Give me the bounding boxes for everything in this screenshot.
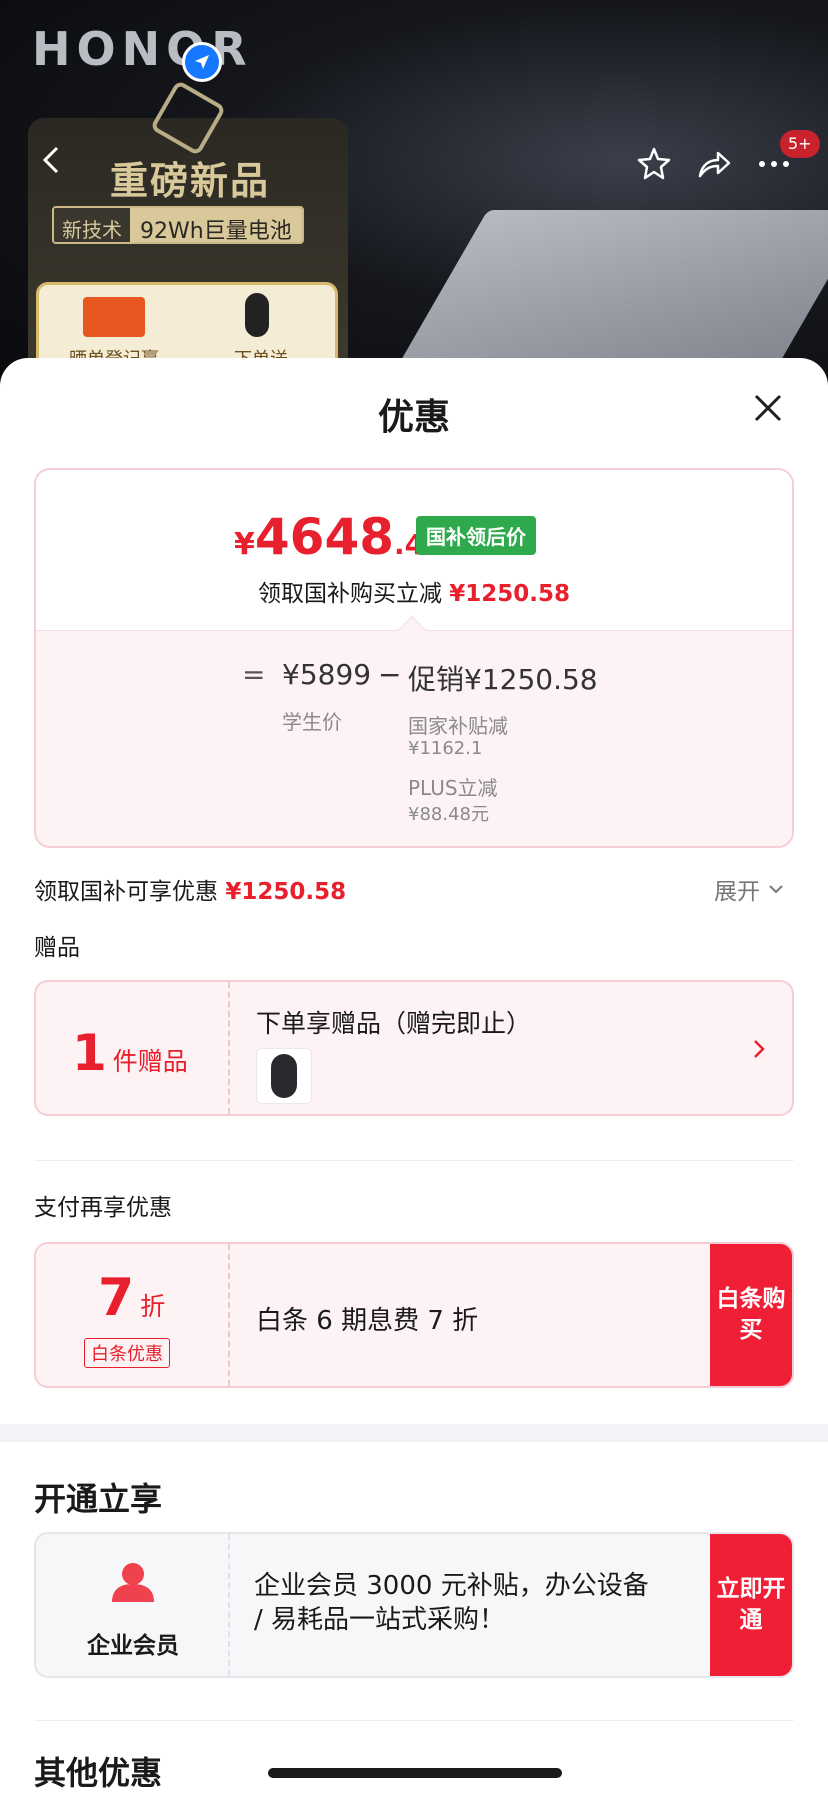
promo-tagline: 新技术 92Wh巨量电池 — [52, 206, 304, 244]
location-arrow-icon — [182, 42, 222, 82]
section-divider — [34, 1160, 794, 1161]
gift-section-title: 赠品 — [34, 935, 80, 961]
pay-discount-area: 7 折 白条优惠 — [36, 1244, 230, 1386]
final-price: ¥ 4648 .42 — [234, 508, 444, 566]
gift-count-number: 1 — [72, 1024, 107, 1082]
expand-label: 展开 — [714, 879, 760, 905]
open-membership-button[interactable]: 立即开通 — [710, 1534, 792, 1676]
pay-discount-number: 7 — [98, 1268, 135, 1328]
promo-tag-right: 92Wh巨量电池 — [130, 208, 302, 242]
star-icon[interactable] — [630, 140, 678, 188]
close-icon[interactable] — [748, 388, 788, 428]
member-coupon: 企业会员 企业会员 3000 元补贴，办公设备 / 易耗品一站式采购！ 立即开通 — [34, 1532, 794, 1678]
subsidy-row-amount: ¥1250.58 — [225, 879, 347, 905]
minus-sign: − — [378, 658, 402, 691]
subsidy-line-amount: ¥1250.58 — [449, 581, 571, 607]
mouse-icon — [271, 1054, 297, 1098]
subsidy-row-label: 领取国补可享优惠 — [34, 879, 218, 905]
share-icon[interactable] — [690, 140, 738, 188]
base-price: ¥5899 — [282, 658, 372, 691]
gift-mouse-thumbnail — [256, 1048, 312, 1104]
other-section-title: 其他优惠 — [34, 1754, 163, 1792]
price-breakdown-card: ¥ 4648 .42 国补领后价 领取国补购买立减 ¥1250.58 = ¥58… — [34, 468, 794, 848]
pay-desc: 白条 6 期息费 7 折 — [256, 1306, 479, 1336]
pay-section-title: 支付再享优惠 — [34, 1195, 172, 1221]
subsidy-row: 领取国补可享优惠 ¥1250.58 — [34, 872, 346, 906]
section-gap — [0, 1424, 828, 1442]
price-currency: ¥ — [234, 527, 255, 562]
product-page-background: HONOR 重磅新品 新技术 92Wh巨量电池 晒单登记赢 下单送 5+ — [0, 0, 828, 400]
base-price-label: 学生价 — [282, 710, 342, 734]
pay-discount-badge: 白条优惠 — [84, 1338, 170, 1368]
registration-card-image — [83, 297, 145, 337]
price-tag-badge: 国补领后价 — [416, 516, 536, 555]
gift-desc: 下单享赠品（赠完即止） — [256, 1009, 532, 1038]
notification-badge: 5+ — [780, 130, 820, 158]
chevron-right-icon — [754, 1040, 765, 1058]
member-area: 企业会员 — [36, 1534, 230, 1676]
gift-coupon[interactable]: 1 件赠品 下单享赠品（赠完即止） — [34, 980, 794, 1116]
subsidy-line-prefix: 领取国补购买立减 — [257, 581, 442, 607]
promo-amount: 促销¥1250.58 — [408, 663, 598, 696]
member-section-title: 开通立享 — [34, 1480, 163, 1518]
gift-count-area: 1 件赠品 — [36, 982, 230, 1114]
back-button[interactable] — [28, 132, 76, 188]
member-label: 企业会员 — [87, 1633, 179, 1659]
member-desc: 企业会员 3000 元补贴，办公设备 / 易耗品一站式采购！ — [254, 1571, 649, 1635]
pay-discount-unit: 折 — [140, 1292, 166, 1321]
breakdown-value-2: ¥88.48元 — [408, 804, 489, 825]
promo-title: 重磅新品 — [110, 159, 271, 203]
discount-sheet: 优惠 ¥ 4648 .42 国补领后价 领取国补购买立减 ¥1250.58 = … — [0, 358, 828, 1796]
section-divider-2 — [34, 1720, 794, 1721]
pay-discount: 7 折 — [98, 1268, 165, 1328]
pay-coupon: 7 折 白条优惠 白条 6 期息费 7 折 白条购买 — [34, 1242, 794, 1388]
user-icon — [112, 1563, 154, 1602]
baitiao-buy-button[interactable]: 白条购买 — [710, 1244, 792, 1386]
breakdown-label-2: PLUS立减 — [408, 776, 498, 800]
breakdown-value-1: ¥1162.1 — [408, 738, 483, 759]
gift-count: 1 件赠品 — [72, 1024, 188, 1082]
price-integer: 4648 — [254, 508, 395, 566]
breakdown-label-1: 国家补贴减 — [408, 714, 508, 738]
home-indicator[interactable] — [268, 1768, 562, 1778]
expand-button[interactable]: 展开 — [714, 872, 784, 906]
mouse-image — [245, 293, 269, 337]
chevron-down-icon — [769, 885, 783, 894]
subsidy-line: 领取国补购买立减 ¥1250.58 — [36, 574, 792, 608]
sheet-title: 优惠 — [377, 397, 450, 438]
gift-count-unit: 件赠品 — [112, 1047, 188, 1076]
promo-tag-left: 新技术 — [54, 208, 130, 242]
equals-sign: = — [242, 658, 266, 691]
